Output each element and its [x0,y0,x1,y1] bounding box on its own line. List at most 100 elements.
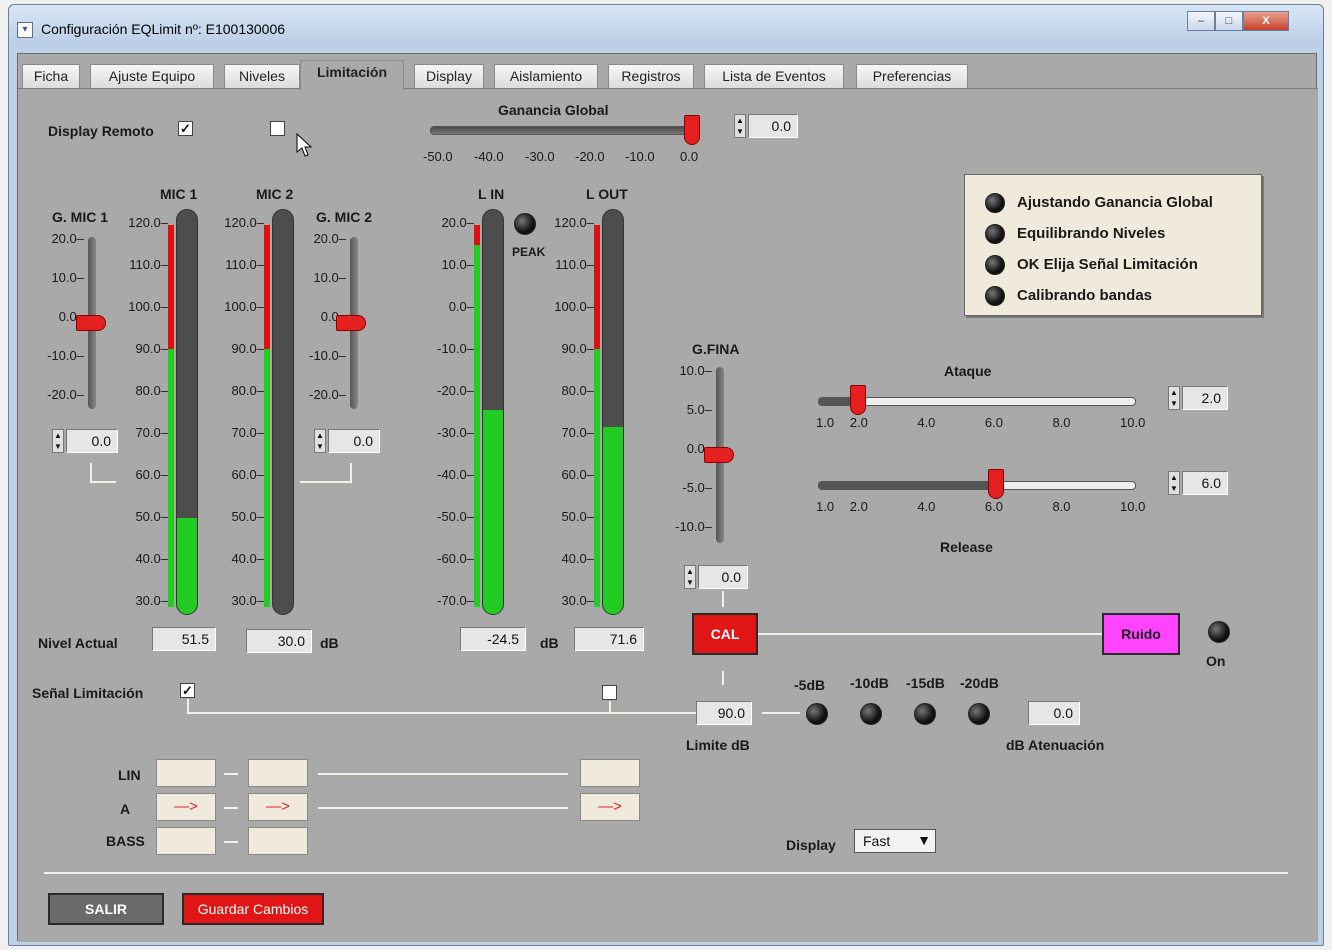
tab-preferencias[interactable]: Preferencias [856,64,968,88]
close-button[interactable]: X [1243,11,1289,31]
app-window: ▾ Configuración EQLimit nº: E100130006 –… [8,4,1324,946]
gfina-thumb[interactable] [704,447,734,463]
tab-limitacion[interactable]: Limitación [300,60,404,90]
routing-a-label: A [120,801,131,817]
limit-connector [187,699,189,713]
route-bass-2[interactable] [248,827,308,855]
scale-tick-label: 30.0– [135,593,168,608]
ganancia-global-thumb[interactable] [684,115,700,145]
scale-tick-label: 20.0– [51,231,84,246]
release-thumb[interactable] [988,469,1004,499]
display-mode-select[interactable]: Fast ▼ [854,829,936,853]
lout-meter [602,209,624,615]
scale-tick-label: 110.0– [129,257,168,272]
scale-tick-label: 6.0 [984,415,1003,430]
route-lin-2[interactable] [248,759,308,787]
gmic2-value[interactable]: 0.0 [328,429,380,453]
scale-tick-label: 60.0– [231,467,264,482]
tab-display[interactable]: Display [414,64,484,88]
limitacion-panel: Display Remoto ✓ Ganancia Global -50.0 -… [18,88,1318,942]
gmic2-spinner[interactable]: ▲ ▼ [314,429,326,453]
ganancia-global-spinner[interactable]: ▲ ▼ [734,114,746,138]
scale-tick-label: 50.0– [561,509,594,524]
gmic1-label: G. MIC 1 [52,209,109,225]
scale-tick-label: 50.0– [135,509,168,524]
tab-registros[interactable]: Registros [608,64,694,88]
route-a-3[interactable]: —> [580,793,640,821]
scale-tick-label: 110.0– [225,257,264,272]
ganancia-global-value[interactable]: 0.0 [748,114,798,138]
routing-lin-label: LIN [118,767,141,783]
scale-tick-label: 60.0– [561,467,594,482]
ataque-value[interactable]: 2.0 [1182,386,1228,410]
tab-ficha[interactable]: Ficha [22,64,80,88]
scale-tick-label: 2.0 [849,415,868,430]
gfina-connector [722,591,724,607]
tab-ajuste-equipo[interactable]: Ajuste Equipo [90,64,214,88]
scale-tick-label: 1.0 [816,499,835,514]
salir-button[interactable]: SALIR [48,893,164,925]
gmic2-label: G. MIC 2 [316,209,373,225]
limit-led-connector [762,712,800,714]
gmic1-spinner[interactable]: ▲ ▼ [52,429,64,453]
scale-tick-label: 120.0– [554,215,594,230]
scale-tick-label: 2.0 [849,499,868,514]
window-title: Configuración EQLimit nº: E100130006 [41,21,286,37]
client-area: Ficha Ajuste Equipo Niveles Limitación D… [17,53,1318,942]
gmic1-thumb[interactable] [76,315,106,331]
route-a-2[interactable]: —> [248,793,308,821]
lout-fill [603,427,623,614]
scale-tick-label: 40.0– [561,551,594,566]
senal-limitacion-checkbox[interactable]: ✓ [180,683,195,698]
mic1-value: 51.5 [152,627,216,651]
maximize-button[interactable]: □ [1215,11,1243,31]
lout-meter-label: L OUT [586,186,628,202]
scale-tick-label: 90.0– [561,341,594,356]
cal-button[interactable]: CAL [692,613,758,655]
mic2-meter [272,209,294,615]
scale-tick-label: 100.0– [224,299,264,314]
display-mode-value: Fast [863,833,891,849]
status-led-icon [985,286,1005,306]
routing-bass-label: BASS [106,833,145,849]
ruido-on-led-icon [1208,621,1230,643]
route-a-1[interactable]: —> [156,793,216,821]
guardar-cambios-button[interactable]: Guardar Cambios [182,893,324,925]
route-connector [224,841,238,843]
ataque-thumb[interactable] [850,385,866,415]
route-lin-3[interactable] [580,759,640,787]
tab-niveles[interactable]: Niveles [224,64,300,88]
db-unit-label: dB [540,635,559,651]
minimize-button[interactable]: – [1187,11,1215,31]
senal-limitacion-checkbox-2[interactable] [602,685,617,700]
scale-tick-label: 20.0– [441,215,474,230]
ruido-button[interactable]: Ruido [1102,613,1180,655]
limite-value[interactable]: 90.0 [696,701,752,725]
ataque-spinner[interactable]: ▲ ▼ [1168,386,1180,410]
route-lin-1[interactable] [156,759,216,787]
gfina-label: G.FINA [692,341,740,357]
gmic2-thumb[interactable] [336,315,366,331]
scale-tick-label: -10.0– [47,348,84,363]
gfina-value[interactable]: 0.0 [698,565,748,589]
secondary-checkbox[interactable] [270,121,285,136]
gmic1-connector [90,481,116,483]
display-remoto-checkbox[interactable]: ✓ [178,121,193,136]
tab-aislamiento[interactable]: Aislamiento [494,64,598,88]
route-bass-1[interactable] [156,827,216,855]
gmic1-value[interactable]: 0.0 [66,429,118,453]
tab-lista-de-eventos[interactable]: Lista de Eventos [704,64,844,88]
gfina-spinner[interactable]: ▲ ▼ [684,565,696,589]
on-label: On [1206,653,1226,669]
release-value[interactable]: 6.0 [1182,471,1228,495]
scale-tick-label: 10.0 [1120,499,1146,514]
scale-tick-label: 90.0– [135,341,168,356]
atten-step-label: -10dB [850,675,889,691]
scale-tick-label: 100.0– [128,299,168,314]
atten-10db-led-icon [860,703,882,725]
cal-ruido-connector [758,633,1102,635]
scale-tick-label: 110.0– [555,257,594,272]
scale-tick-label: 90.0– [231,341,264,356]
scale-tick-label: 4.0 [917,499,936,514]
release-spinner[interactable]: ▲ ▼ [1168,471,1180,495]
